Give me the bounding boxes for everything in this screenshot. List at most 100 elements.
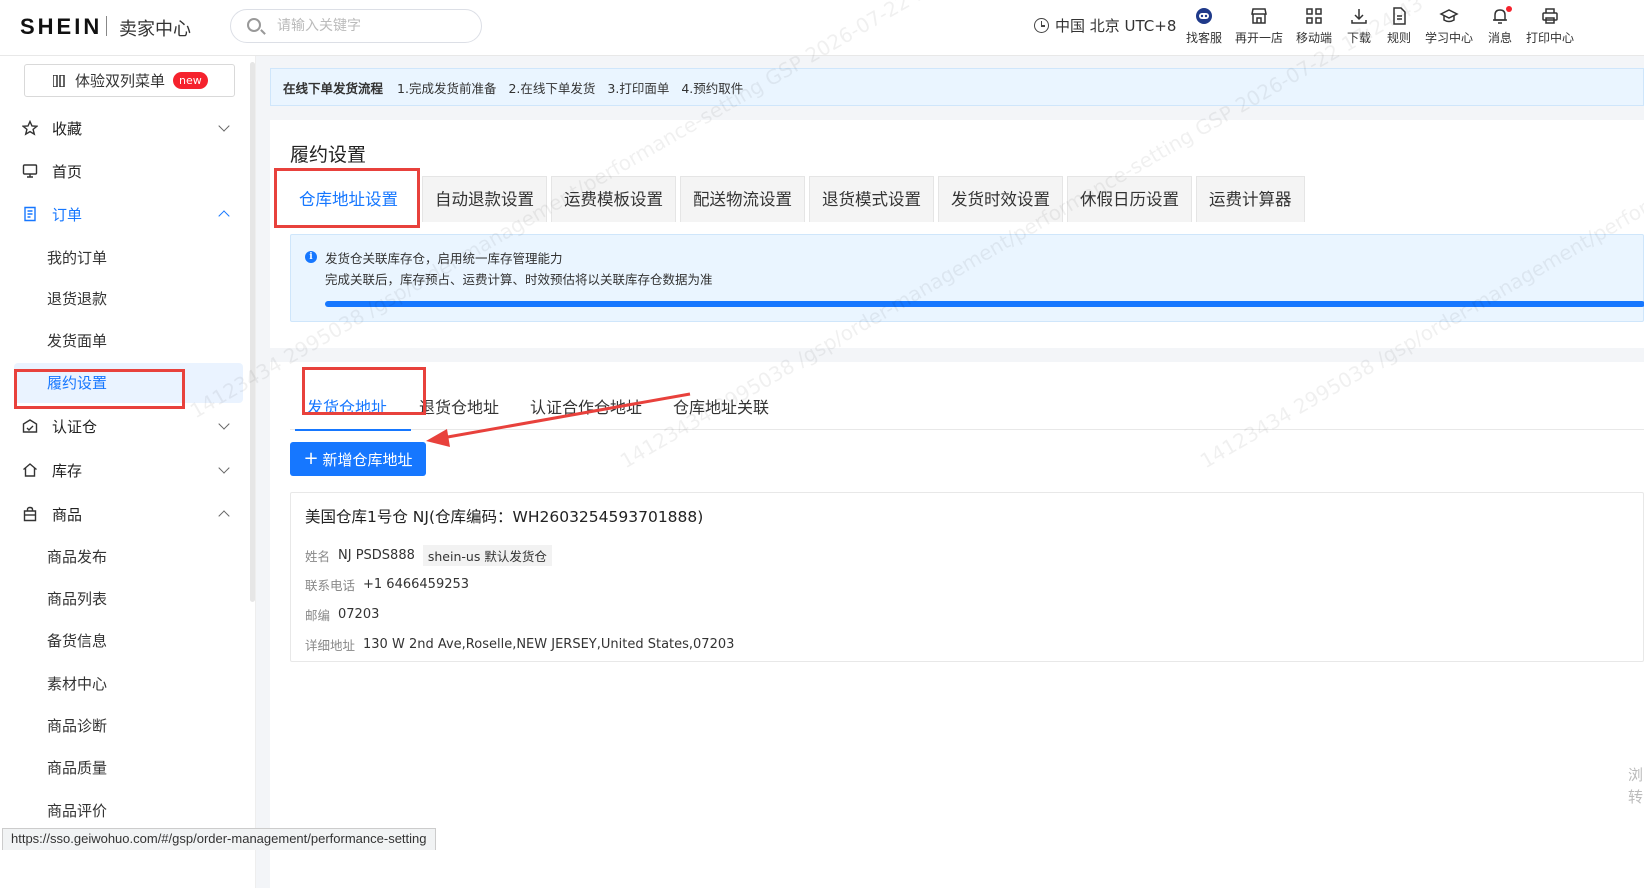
tool-mobile[interactable]: 移动端	[1296, 6, 1332, 46]
download-icon	[1349, 6, 1369, 26]
tab-warehouse-link[interactable]: 仓库地址关联	[673, 390, 769, 430]
tab-certified-partner[interactable]: 认证合作仓地址	[530, 390, 642, 430]
tool-open-store[interactable]: 再开一店	[1235, 6, 1283, 46]
shopping-bag-icon	[23, 506, 37, 522]
timezone-display[interactable]: 中国 北京 UTC+8	[1034, 15, 1176, 36]
sidebar-item-product-list[interactable]: 商品列表	[14, 579, 243, 619]
tool-label: 打印中心	[1526, 31, 1575, 45]
annotation-box-fulfillment-menu	[14, 369, 185, 409]
chevron-down-icon	[218, 120, 230, 132]
warehouse-card: 美国仓库1号仓 NJ(仓库编码：WH2603254593701888) 姓名 N…	[290, 492, 1644, 662]
tool-label: 规则	[1387, 31, 1412, 45]
default-warehouse-tag: shein-us 默认发货仓	[422, 545, 552, 566]
sidebar-item-product-publish[interactable]: 商品发布	[14, 537, 243, 577]
tool-label: 学习中心	[1425, 31, 1474, 45]
sidebar-item-product-reviews[interactable]: 商品评价	[14, 791, 243, 831]
new-badge: new	[173, 72, 208, 89]
tab-shipping-timeliness[interactable]: 发货时效设置	[938, 176, 1063, 222]
sidebar-item-material-center[interactable]: 素材中心	[14, 664, 243, 704]
sidebar-item-product-diagnosis[interactable]: 商品诊断	[14, 706, 243, 746]
tab-shipping-calculator[interactable]: 运费计算器	[1196, 176, 1305, 222]
main-content: 在线下单发货流程 1.完成发货前准备 2.在线下单发货 3.打印面单 4.预约取…	[256, 56, 1644, 888]
sidebar-item-stock-info[interactable]: 备货信息	[14, 621, 243, 661]
tab-delivery-logistics[interactable]: 配送物流设置	[680, 176, 805, 222]
tool-print-center[interactable]: 打印中心	[1526, 6, 1574, 46]
chevron-up-icon	[218, 210, 230, 222]
tab-holiday-calendar[interactable]: 休假日历设置	[1067, 176, 1192, 222]
tool-rules[interactable]: 规则	[1387, 6, 1411, 46]
dual-column-icon	[53, 75, 65, 87]
add-warehouse-button[interactable]: + 新增仓库地址	[290, 442, 426, 476]
seller-center-title: 卖家中心	[119, 19, 191, 40]
settings-tabs: 仓库地址设置 自动退款设置 运费模板设置 配送物流设置 退货模式设置 发货时效设…	[276, 176, 1309, 222]
tool-customer-service[interactable]: 找客服	[1186, 6, 1222, 46]
chevron-down-icon	[218, 418, 230, 430]
tab-return-warehouse[interactable]: 退货仓地址	[419, 390, 499, 430]
graduation-cap-icon	[1439, 6, 1459, 26]
sidebar-group-home[interactable]: 首页	[0, 151, 250, 191]
plus-icon: +	[303, 448, 319, 469]
warehouse-address-row: 详细地址 130 W 2nd Ave,Roselle,NEW JERSEY,Un…	[305, 637, 735, 653]
info-progress-bar	[325, 301, 1644, 307]
order-list-icon	[24, 206, 36, 222]
annotation-box-shipping-tab	[302, 367, 426, 415]
monitor-icon	[22, 164, 38, 178]
tab-shipping-template[interactable]: 运费模板设置	[551, 176, 676, 222]
tool-messages[interactable]: 消息	[1488, 6, 1512, 46]
address-card: 发货仓地址 退货仓地址 认证合作仓地址 仓库地址关联 + 新增仓库地址 美国仓库…	[270, 348, 1644, 888]
flow-title: 在线下单发货流程	[283, 80, 384, 96]
sidebar-item-product-quality[interactable]: 商品质量	[14, 748, 243, 788]
shein-logo[interactable]: SHEIN	[20, 14, 102, 40]
warehouse-name-row: 姓名 NJ PSDS888 shein-us 默认发货仓	[305, 545, 552, 566]
tab-auto-refund[interactable]: 自动退款设置	[422, 176, 547, 222]
tool-label: 消息	[1488, 31, 1513, 45]
sidebar-item-returns[interactable]: 退货退款	[14, 279, 243, 319]
sidebar-group-inventory[interactable]: 库存	[0, 450, 250, 490]
info-text: 完成关联后，库存预占、运费计算、时效预估将以关联库存仓数据为准	[325, 272, 713, 287]
flow-step[interactable]: 1.完成发货前准备	[397, 78, 496, 97]
sidebar-group-certified-warehouse[interactable]: 认证仓	[0, 406, 250, 446]
info-alert: i 发货仓关联库存仓，启用统一库存管理能力 完成关联后，库存预占、运费计算、时效…	[290, 234, 1644, 322]
info-icon: i	[305, 251, 317, 263]
unread-dot	[1506, 6, 1512, 12]
warehouse-icon	[22, 419, 38, 433]
grid-apps-icon	[1304, 6, 1324, 26]
address-tabs: 发货仓地址 退货仓地址 认证合作仓地址 仓库地址关联	[290, 384, 1644, 431]
tool-download[interactable]: 下载	[1347, 6, 1371, 46]
search-box[interactable]	[230, 9, 482, 43]
dual-menu-label: 体验双列菜单	[75, 72, 166, 90]
flow-step[interactable]: 3.打印面单	[607, 78, 669, 97]
warehouse-zip: 07203	[338, 607, 380, 622]
warehouse-phone-row: 联系电话 +1 6466459253	[305, 577, 470, 593]
customer-service-robot-icon	[1194, 6, 1214, 26]
dual-menu-button[interactable]: 体验双列菜单 new	[24, 64, 235, 97]
sidebar-scrollbar[interactable]	[250, 62, 255, 602]
chevron-up-icon	[218, 510, 230, 522]
flow-step[interactable]: 2.在线下单发货	[508, 78, 595, 97]
floating-side-widget[interactable]: 浏 转	[1628, 764, 1643, 808]
warehouse-zip-row: 邮编 07203	[305, 607, 380, 623]
top-header: SHEIN 卖家中心 中国 北京 UTC+8 找客服 再开一店 移动端 下载	[0, 0, 1644, 56]
sidebar-group-products[interactable]: 商品	[0, 494, 250, 534]
info-text: 发货仓关联库存仓，启用统一库存管理能力	[325, 251, 563, 266]
warehouse-phone: +1 6466459253	[363, 577, 470, 592]
warehouse-contact-name: NJ PSDS888	[338, 548, 415, 563]
printer-icon	[1540, 6, 1560, 26]
sidebar: 体验双列菜单 new 收藏 首页 订单 我的订单 退货退款 发货面单 履约设置 …	[0, 56, 256, 888]
search-input[interactable]	[277, 15, 467, 37]
tool-label: 下载	[1347, 31, 1372, 45]
sidebar-item-shipping-labels[interactable]: 发货面单	[14, 321, 243, 361]
star-icon	[22, 120, 38, 136]
clock-icon	[1034, 18, 1049, 33]
tool-learning-center[interactable]: 学习中心	[1425, 6, 1473, 46]
timezone-label: 中国 北京 UTC+8	[1055, 17, 1177, 35]
document-icon	[1389, 6, 1409, 26]
fulfillment-settings-card: 履约设置 仓库地址设置 自动退款设置 运费模板设置 配送物流设置 退货模式设置 …	[270, 120, 1644, 348]
search-icon	[247, 18, 261, 32]
sidebar-group-orders[interactable]: 订单	[0, 194, 250, 234]
sidebar-group-favorites[interactable]: 收藏	[0, 108, 250, 148]
warehouse-address: 130 W 2nd Ave,Roselle,NEW JERSEY,United …	[363, 637, 735, 652]
flow-step[interactable]: 4.预约取件	[681, 78, 743, 97]
sidebar-item-my-orders[interactable]: 我的订单	[14, 238, 243, 278]
tab-return-mode[interactable]: 退货模式设置	[809, 176, 934, 222]
